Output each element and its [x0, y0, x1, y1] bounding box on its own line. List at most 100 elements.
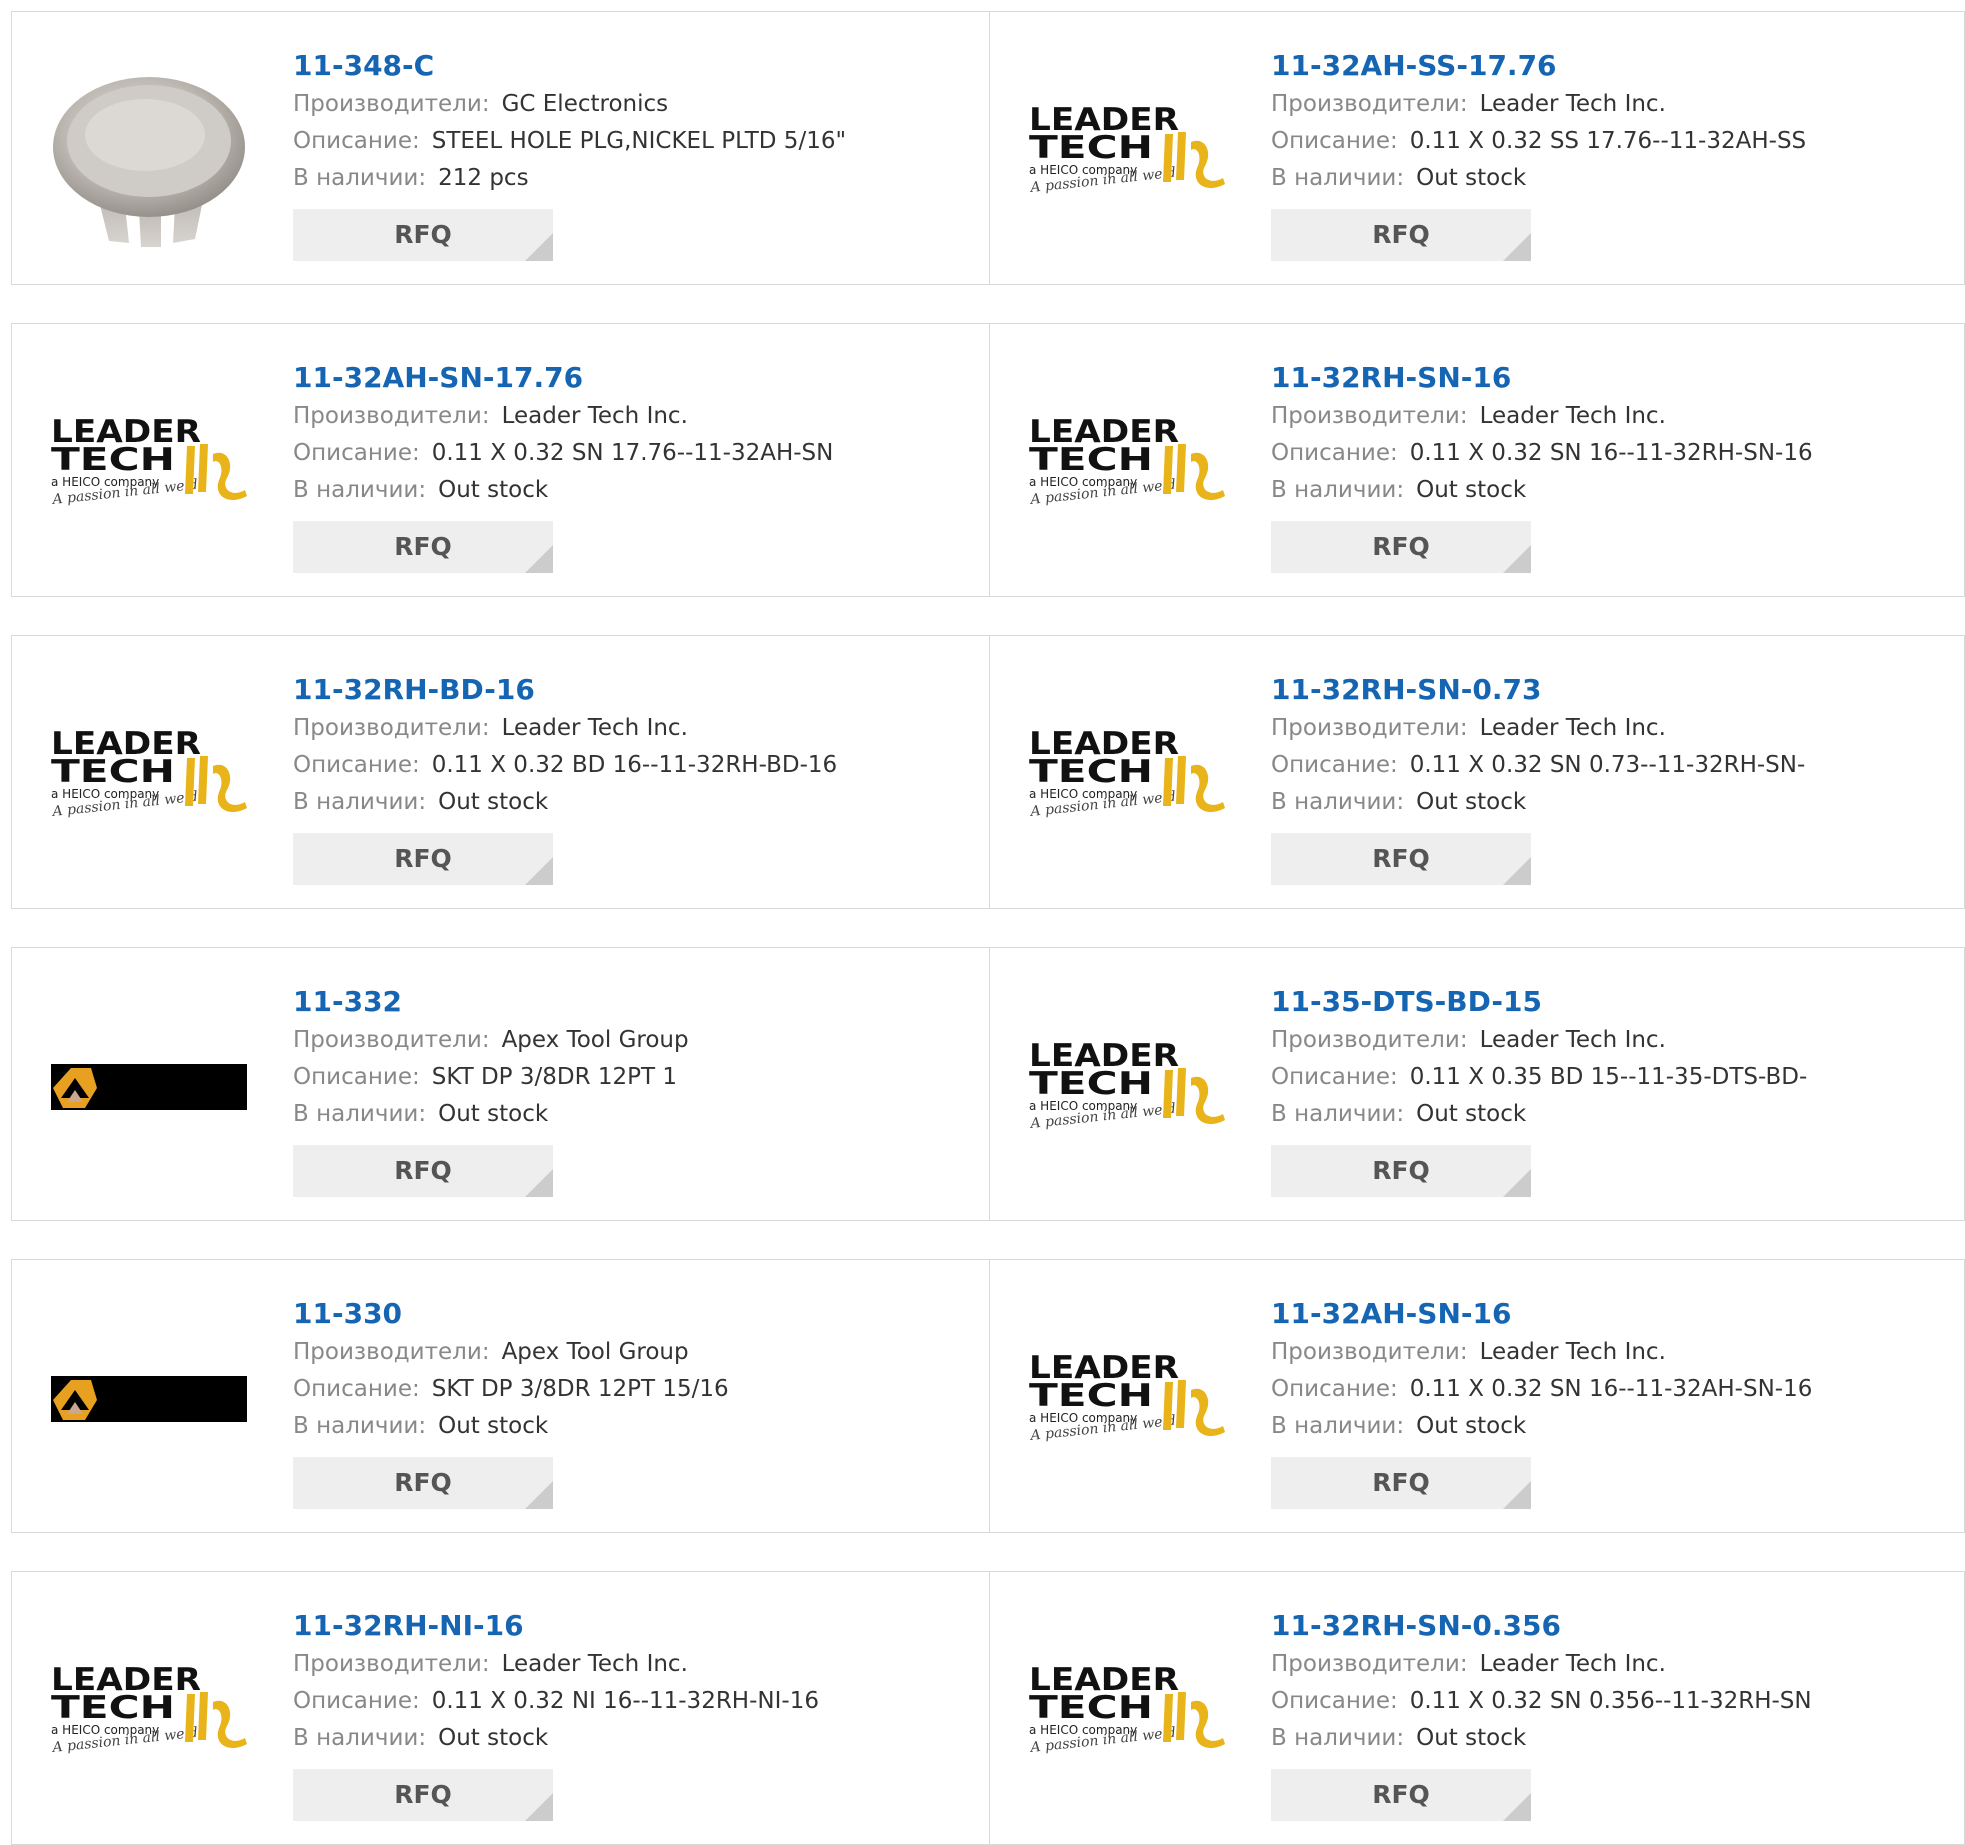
description-value: 0.11 X 0.32 SN 16--11-32AH-SN-16 [1409, 1376, 1813, 1402]
rfq-button[interactable]: RFQ [293, 833, 553, 885]
rfq-button[interactable]: RFQ [1271, 1769, 1531, 1821]
rfq-button[interactable]: RFQ [1271, 1145, 1531, 1197]
part-number-link[interactable]: 11-332 [293, 982, 402, 1022]
apex-tool-logo [51, 1376, 247, 1422]
manufacturer-value: Leader Tech Inc. [1479, 715, 1666, 741]
description-label: Описание: [1271, 1688, 1398, 1714]
product-card: LEADER TECH a HEICO company A passion in… [12, 324, 989, 596]
rfq-button[interactable]: RFQ [1271, 833, 1531, 885]
corner-fold-icon [525, 857, 553, 885]
stock-value: Out stock [1416, 165, 1527, 191]
product-info: 11-330 Производители: Apex Tool Group Опи… [293, 1294, 953, 1509]
product-image[interactable]: LEADER TECH a HEICO company A passion in… [1027, 1611, 1227, 1811]
part-number-link[interactable]: 11-32RH-SN-0.356 [1271, 1606, 1561, 1646]
description-value: 0.11 X 0.32 SN 0.73--11-32RH-SN- [1409, 752, 1806, 778]
rfq-button[interactable]: RFQ [1271, 209, 1531, 261]
stock-value: Out stock [438, 1101, 549, 1127]
part-number-link[interactable]: 11-32AH-SN-16 [1271, 1294, 1511, 1334]
description-value: 0.11 X 0.32 SS 17.76--11-32AH-SS [1409, 128, 1807, 154]
rfq-button[interactable]: RFQ [293, 1145, 553, 1197]
rfq-button-label: RFQ [394, 844, 452, 873]
description-row: Описание: 0.11 X 0.32 BD 16--11-32RH-BD-1… [293, 747, 953, 784]
product-image[interactable]: LEADER TECH a HEICO company A passion in… [1027, 675, 1227, 875]
product-image[interactable]: LEADER TECH a HEICO company A passion in… [49, 675, 249, 875]
part-number-link[interactable]: 11-330 [293, 1294, 402, 1334]
product-image[interactable] [49, 51, 249, 251]
product-image[interactable] [49, 1299, 249, 1499]
manufacturer-row: Производители: Leader Tech Inc. [1271, 1646, 1931, 1683]
product-info: 11-32RH-SN-0.356 Производители: Leader Te… [1271, 1606, 1931, 1821]
rfq-button[interactable]: RFQ [293, 1769, 553, 1821]
rfq-button[interactable]: RFQ [1271, 1457, 1531, 1509]
stock-label: В наличии: [293, 1101, 427, 1127]
part-number-link[interactable]: 11-32AH-SN-17.76 [293, 358, 583, 398]
part-number-link[interactable]: 11-348-C [293, 46, 434, 86]
product-image[interactable]: LEADER TECH a HEICO company A passion in… [1027, 1299, 1227, 1499]
corner-fold-icon [1503, 233, 1531, 261]
description-row: Описание: 0.11 X 0.32 SN 16--11-32AH-SN-1… [1271, 1371, 1931, 1408]
rfq-button[interactable]: RFQ [293, 521, 553, 573]
rfq-button-label: RFQ [394, 220, 452, 249]
product-card: 11-332 Производители: Apex Tool Group Опи… [12, 948, 989, 1220]
product-image[interactable]: LEADER TECH a HEICO company A passion in… [1027, 363, 1227, 563]
description-label: Описание: [293, 1064, 420, 1090]
rfq-button-label: RFQ [394, 1780, 452, 1809]
stock-value: 212 pcs [438, 165, 529, 191]
stock-value: Out stock [1416, 1101, 1527, 1127]
stock-row: В наличии: Out stock [293, 1720, 953, 1757]
leader-tech-logo-line2: TECH [51, 442, 175, 478]
manufacturer-value: Leader Tech Inc. [501, 715, 688, 741]
leader-tech-logo-line2: TECH [1029, 1690, 1153, 1726]
rfq-button[interactable]: RFQ [293, 209, 553, 261]
product-image[interactable]: LEADER TECH a HEICO company A passion in… [1027, 987, 1227, 1187]
product-row: 11-348-C Производители: GC Electronics Оп… [11, 11, 1965, 285]
part-number-link[interactable]: 11-32RH-BD-16 [293, 670, 535, 710]
rfq-button-label: RFQ [1372, 1156, 1430, 1185]
description-label: Описание: [1271, 1064, 1398, 1090]
description-label: Описание: [1271, 440, 1398, 466]
manufacturer-label: Производители: [293, 715, 490, 741]
leader-tech-logo: LEADER TECH a HEICO company A passion in… [1028, 102, 1225, 196]
stock-label: В наличии: [1271, 1413, 1405, 1439]
corner-fold-icon [525, 1481, 553, 1509]
stock-label: В наличии: [293, 789, 427, 815]
description-value: SKT DP 3/8DR 12PT 15/16 [431, 1376, 729, 1402]
product-card: LEADER TECH a HEICO company A passion in… [989, 948, 1965, 1220]
product-image[interactable]: LEADER TECH a HEICO company A passion in… [49, 1611, 249, 1811]
rfq-button[interactable]: RFQ [293, 1457, 553, 1509]
product-image[interactable]: LEADER TECH a HEICO company A passion in… [49, 363, 249, 563]
stock-value: Out stock [1416, 1725, 1527, 1751]
rfq-button[interactable]: RFQ [1271, 521, 1531, 573]
stock-label: В наличии: [1271, 1725, 1405, 1751]
manufacturer-row: Производители: Leader Tech Inc. [1271, 398, 1931, 435]
stock-row: В наличии: Out stock [293, 472, 953, 509]
leader-tech-logo: LEADER TECH a HEICO company A passion in… [50, 726, 247, 820]
rfq-button-label: RFQ [394, 532, 452, 561]
part-number-link[interactable]: 11-32RH-SN-0.73 [1271, 670, 1541, 710]
stock-row: В наличии: Out stock [1271, 1408, 1931, 1445]
corner-fold-icon [1503, 1169, 1531, 1197]
stock-row: В наличии: Out stock [1271, 784, 1931, 821]
description-value: SKT DP 3/8DR 12PT 1 [431, 1064, 678, 1090]
description-row: Описание: 0.11 X 0.32 NI 16--11-32RH-NI-1… [293, 1683, 953, 1720]
description-value: 0.11 X 0.32 SN 0.356--11-32RH-SN [1409, 1688, 1812, 1714]
description-row: Описание: SKT DP 3/8DR 12PT 15/16 [293, 1371, 953, 1408]
stock-value: Out stock [438, 477, 549, 503]
description-label: Описание: [293, 1376, 420, 1402]
product-info: 11-348-C Производители: GC Electronics Оп… [293, 46, 953, 261]
product-card: 11-330 Производители: Apex Tool Group Опи… [12, 1260, 989, 1532]
leader-tech-logo-line2: TECH [51, 754, 175, 790]
manufacturer-label: Производители: [1271, 715, 1468, 741]
product-info: 11-32AH-SN-16 Производители: Leader Tech … [1271, 1294, 1931, 1509]
part-number-link[interactable]: 11-35-DTS-BD-15 [1271, 982, 1542, 1022]
leader-tech-logo: LEADER TECH a HEICO company A passion in… [1028, 1350, 1225, 1444]
product-row: 11-330 Производители: Apex Tool Group Опи… [11, 1259, 1965, 1533]
stock-value: Out stock [438, 1725, 549, 1751]
product-image[interactable] [49, 987, 249, 1187]
product-image[interactable]: LEADER TECH a HEICO company A passion in… [1027, 51, 1227, 251]
description-value: STEEL HOLE PLG,NICKEL PLTD 5/16" [431, 128, 847, 154]
part-number-link[interactable]: 11-32RH-NI-16 [293, 1606, 524, 1646]
part-number-link[interactable]: 11-32AH-SS-17.76 [1271, 46, 1557, 86]
part-number-link[interactable]: 11-32RH-SN-16 [1271, 358, 1511, 398]
description-label: Описание: [293, 1688, 420, 1714]
